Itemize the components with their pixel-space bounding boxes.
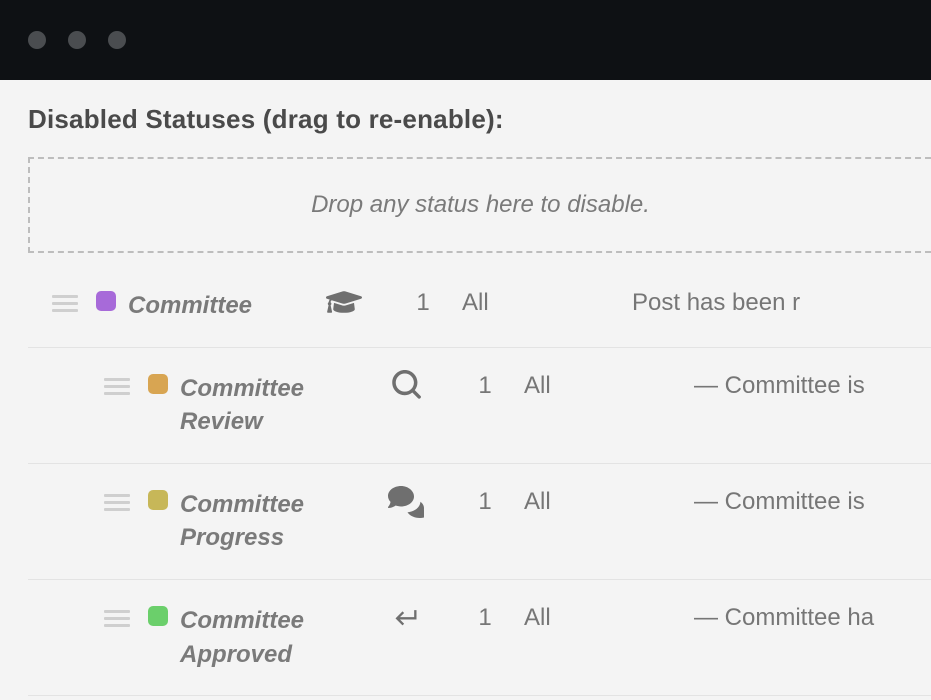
status-description: Post has been r (632, 289, 800, 317)
drag-handle-icon[interactable] (104, 378, 134, 395)
status-name: Committee Approved (180, 604, 366, 671)
status-description: — Committee is (694, 488, 865, 516)
status-count: 1 (446, 372, 524, 400)
traffic-light-minimize[interactable] (68, 31, 86, 49)
disable-dropzone[interactable]: Drop any status here to disable. (28, 157, 931, 253)
status-color-swatch (148, 490, 168, 510)
graduation-cap-icon (304, 287, 384, 317)
status-scope: All (524, 372, 694, 400)
section-heading: Disabled Statuses (drag to re-enable): (28, 104, 931, 135)
status-color-swatch (148, 374, 168, 394)
status-count: 1 (446, 604, 524, 632)
main-content: Disabled Statuses (drag to re-enable): D… (0, 80, 931, 696)
status-color-swatch (96, 291, 116, 311)
status-list: Committee 1 All Post has been r Committe… (28, 265, 931, 696)
drag-handle-icon[interactable] (104, 610, 134, 627)
status-name: Committee (128, 289, 304, 323)
drag-handle-icon[interactable] (52, 295, 82, 312)
status-scope: All (462, 289, 632, 317)
status-description: — Committee ha (694, 604, 874, 632)
status-description: — Committee is (694, 372, 865, 400)
drag-handle-icon[interactable] (104, 494, 134, 511)
status-row[interactable]: Committee Review 1 All — Committee is (28, 348, 931, 464)
status-name: Committee Progress (180, 488, 366, 555)
comments-icon (366, 486, 446, 518)
traffic-light-zoom[interactable] (108, 31, 126, 49)
search-icon (366, 370, 446, 400)
dropzone-hint: Drop any status here to disable. (311, 191, 650, 219)
status-color-swatch (148, 606, 168, 626)
reply-icon (366, 602, 446, 630)
status-row[interactable]: Committee 1 All Post has been r (28, 265, 931, 348)
status-row[interactable]: Committee Progress 1 All — Committee is (28, 464, 931, 580)
status-scope: All (524, 604, 694, 632)
status-row[interactable]: Committee Approved 1 All — Committee ha (28, 580, 931, 696)
status-name: Committee Review (180, 372, 366, 439)
traffic-light-close[interactable] (28, 31, 46, 49)
status-count: 1 (446, 488, 524, 516)
status-scope: All (524, 488, 694, 516)
status-count: 1 (384, 289, 462, 317)
window-titlebar (0, 0, 931, 80)
